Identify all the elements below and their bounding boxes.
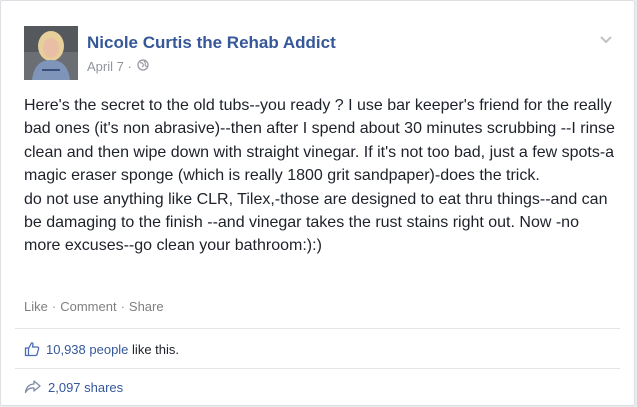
comment-link[interactable]: Comment (60, 299, 116, 314)
post-paragraph: do not use anything like CLR, Tilex,-tho… (24, 190, 608, 255)
meta-separator: · (127, 59, 132, 75)
likes-summary: 10,938 people like this. (24, 341, 179, 360)
post-paragraph: Here's the secret to the old tubs--you r… (24, 97, 615, 185)
divider (15, 328, 620, 329)
globe-icon[interactable] (137, 59, 150, 74)
post-body: Here's the secret to the old tubs--you r… (24, 94, 619, 258)
post-card: Nicole Curtis the Rehab Addict April 7 ·… (0, 0, 635, 406)
post-header: Nicole Curtis the Rehab Addict April 7 · (24, 26, 614, 80)
post-date[interactable]: April 7 (87, 59, 124, 74)
action-separator: · (120, 299, 125, 314)
divider (15, 368, 620, 369)
chevron-down-icon[interactable] (598, 33, 614, 47)
shares-summary[interactable]: 2,097 shares (24, 380, 123, 397)
share-arrow-icon (24, 380, 42, 397)
share-link[interactable]: Share (129, 299, 164, 314)
author-name[interactable]: Nicole Curtis the Rehab Addict (87, 33, 336, 53)
like-link[interactable]: Like (24, 299, 48, 314)
action-separator: · (51, 299, 57, 314)
likes-suffix: like this. (132, 341, 180, 357)
shares-count[interactable]: 2,097 shares (48, 380, 123, 395)
thumbs-up-icon (24, 341, 40, 360)
avatar[interactable] (24, 26, 78, 80)
likes-people-link[interactable]: 10,938 people (46, 342, 128, 357)
post-meta: April 7 · (87, 58, 150, 75)
post-actions: Like · Comment · Share (24, 299, 164, 314)
